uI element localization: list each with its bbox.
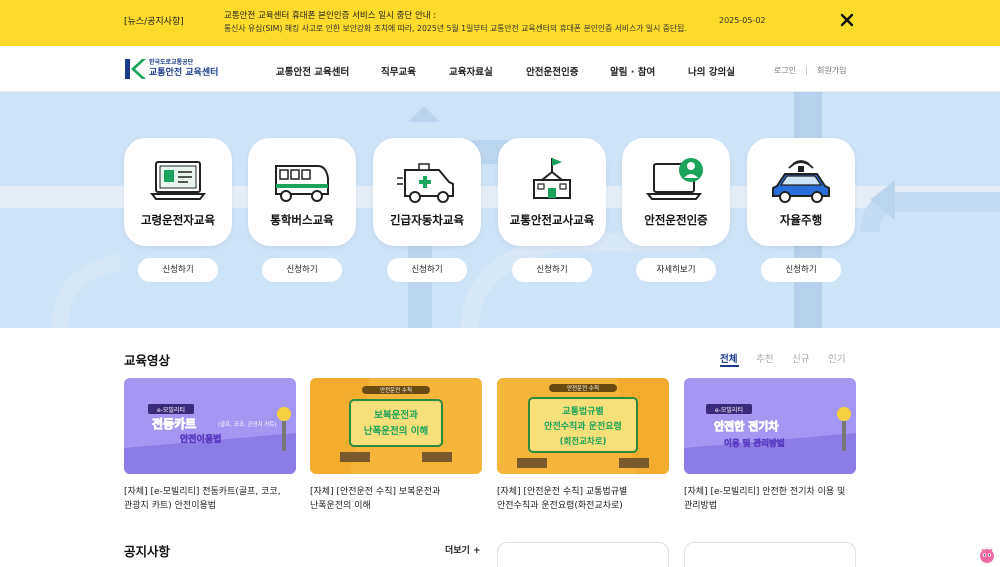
thumb-main: 보복운전과 — [374, 409, 418, 421]
notice-date: 2025-05-02 — [719, 16, 766, 25]
ambulance-icon — [397, 156, 457, 206]
thumb-note: (회전교차로) — [560, 436, 607, 447]
video-title[interactable]: [자체] [안전운전 수칙] 교통법규별 안전수칙과 운전요령(화전교차로) — [497, 485, 669, 513]
video-title[interactable]: [자체] [안전운전 수칙] 보복운전과 난폭운전의 이해 — [310, 485, 482, 513]
school-bus-icon — [272, 156, 332, 206]
thumb-main: 안전한 전기차 — [714, 419, 779, 433]
laptop-user-icon — [645, 156, 706, 206]
apply-button-emergency[interactable]: 신청하기 — [387, 258, 467, 282]
video-section-title: 교육영상 — [124, 353, 171, 368]
tab-popular[interactable]: 인기 — [828, 351, 845, 365]
util-divider — [806, 66, 807, 75]
card-title: 고령운전자교육 — [140, 213, 216, 227]
detail-button-cert[interactable]: 자세히보기 — [636, 258, 716, 282]
thumb-tag: e-모빌리티 — [715, 406, 743, 414]
tab-new[interactable]: 신규 — [792, 351, 809, 365]
site-logo[interactable]: 한국도로교통공단 교통안전 교육센터 — [124, 57, 218, 81]
card-school-bus[interactable]: 통학버스교육 — [248, 138, 356, 246]
monitor-id-icon — [148, 156, 208, 206]
video-thumbnail[interactable]: e-모빌리티 안전한 전기차 이용 및 관리방법 — [684, 378, 856, 474]
video-title[interactable]: [자체] [e-모빌리티] 전동카트(골프, 코코, 관광지 카트) 안전이용법 — [124, 485, 296, 513]
card-senior-driver[interactable]: 고령운전자교육 — [124, 138, 232, 246]
logo-k-icon — [124, 58, 146, 80]
card-title: 긴급자동차교육 — [389, 213, 465, 227]
thumb-sub: 안전이용법 — [180, 433, 221, 445]
logo-center-name: 교통안전 교육센터 — [149, 68, 219, 78]
thumb-main: 전동카트 — [152, 416, 196, 431]
nav-my-classroom[interactable]: 나의 강의실 — [688, 64, 735, 78]
close-icon[interactable] — [838, 11, 856, 29]
nav-edu-center[interactable]: 교통안전 교육센터 — [276, 64, 349, 78]
card-safety-teacher[interactable]: 교통안전교사교육 — [498, 138, 606, 246]
card-autonomous-driving[interactable]: 자율주행 — [747, 138, 855, 246]
apply-button-autonomous[interactable]: 신청하기 — [761, 258, 841, 282]
notice-tag[interactable]: [뉴스/공지사항] — [124, 14, 184, 27]
video-thumbnail[interactable]: 안전운전 수칙 교통법규별 안전수칙과 운전요령 (회전교차로) — [497, 378, 669, 474]
login-link[interactable]: 로그인 — [774, 65, 796, 76]
thumb-sub: 난폭운전의 이해 — [364, 425, 429, 437]
notice-card[interactable] — [684, 542, 856, 567]
thumb-tag: e-모빌리티 — [157, 406, 185, 414]
card-title: 통학버스교육 — [270, 213, 334, 227]
join-link[interactable]: 회원가입 — [817, 65, 846, 76]
card-title: 교통안전교사교육 — [509, 213, 595, 227]
thumb-tag: 안전운전 수칙 — [380, 386, 412, 394]
video-thumbnail[interactable]: 안전운전 수칙 보복운전과 난폭운전의 이해 — [310, 378, 482, 474]
thumb-main: 교통법규별 — [562, 405, 603, 417]
nav-notice-participation[interactable]: 알림 · 참여 — [610, 64, 655, 78]
apply-button-senior[interactable]: 신청하기 — [138, 258, 218, 282]
logo-org-name: 한국도로교통공단 — [149, 59, 194, 66]
thumb-tag: 안전운전 수칙 — [567, 384, 599, 392]
thumb-sub: 안전수칙과 운전요령 — [544, 420, 622, 432]
notice-card[interactable] — [497, 542, 669, 567]
card-safe-driving-cert[interactable]: 안전운전인증 — [622, 138, 730, 246]
nav-resources[interactable]: 교육자료실 — [449, 64, 493, 78]
notice-bar: [뉴스/공지사항] 교통안전 교육센터 휴대폰 본인인증 서비스 일시 중단 안… — [0, 0, 1000, 46]
school-building-icon — [522, 156, 582, 206]
card-title: 안전운전인증 — [644, 213, 708, 227]
notice-section-title: 공지사항 — [124, 544, 171, 559]
tab-recommended[interactable]: 추천 — [756, 351, 773, 365]
video-title[interactable]: [자체] [e-모빌리티] 안전한 전기차 이용 및 관리방법 — [684, 485, 856, 513]
thumb-note: (골프, 코코, 관광지 카트) — [218, 420, 277, 428]
tab-all[interactable]: 전체 — [720, 351, 737, 365]
autonomous-car-icon — [771, 156, 831, 206]
apply-button-school-bus[interactable]: 신청하기 — [262, 258, 342, 282]
card-emergency-vehicle[interactable]: 긴급자동차교육 — [373, 138, 481, 246]
card-title: 자율주행 — [779, 213, 823, 227]
video-thumbnail[interactable]: e-모빌리티 전동카트 (골프, 코코, 관광지 카트) 안전이용법 — [124, 378, 296, 474]
site-header: 한국도로교통공단 교통안전 교육센터 교통안전 교육센터 직무교육 교육자료실 … — [0, 46, 1000, 92]
hero-banner: 고령운전자교육 신청하기 통학버스교육 신청하기 긴급자동차교육 신청하기 교통… — [0, 92, 1000, 328]
apply-button-teacher[interactable]: 신청하기 — [512, 258, 592, 282]
notice-headline[interactable]: 교통안전 교육센터 휴대폰 본인인증 서비스 일시 중단 안내 : — [224, 9, 436, 21]
mascot-icon[interactable] — [978, 546, 996, 564]
more-link[interactable]: 더보기 + — [445, 543, 481, 556]
active-tab-underline — [720, 365, 739, 367]
nav-job-training[interactable]: 직무교육 — [381, 64, 416, 78]
notice-body[interactable]: 통신사 유심(SIM) 해킹 사고로 인한 보안강화 조치에 따라, 2025년… — [224, 23, 686, 34]
nav-safe-driving-cert[interactable]: 안전운전인증 — [526, 64, 578, 78]
thumb-sub: 이용 및 관리방법 — [724, 438, 785, 449]
